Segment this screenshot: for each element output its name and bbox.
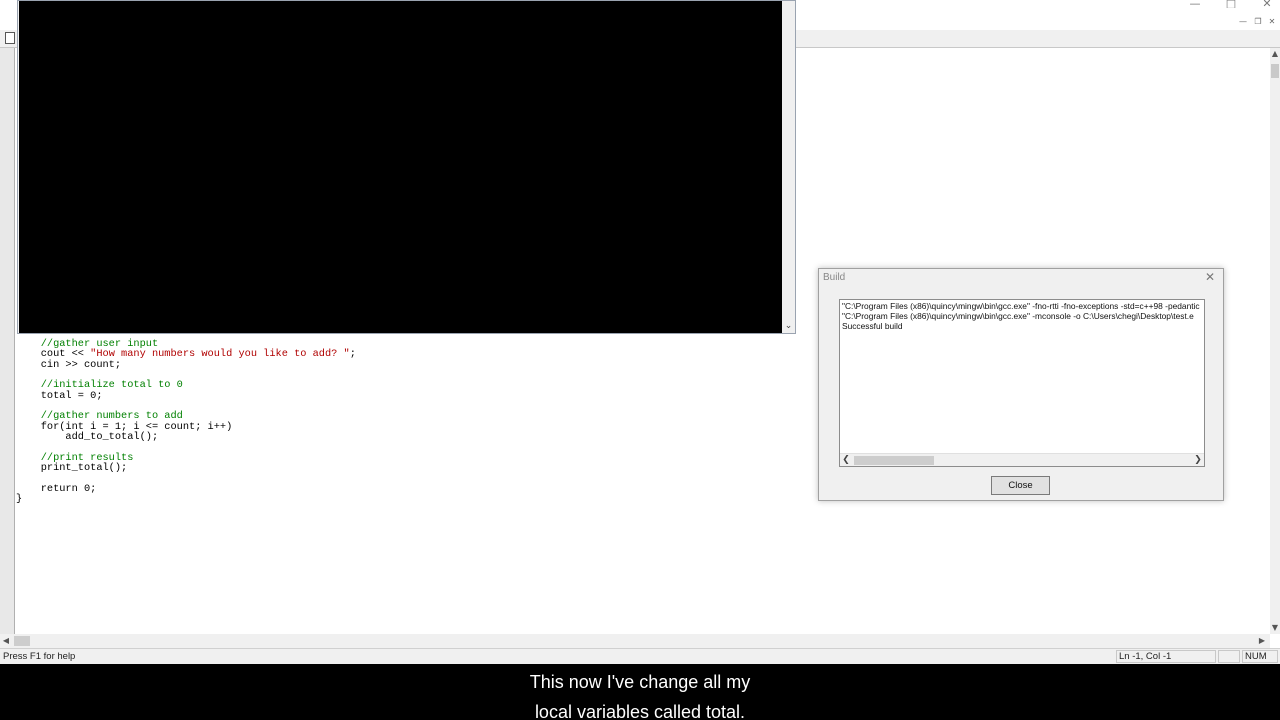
scroll-left-icon[interactable]: ◀ [0,634,12,648]
code-line: return 0; [16,482,97,495]
scroll-down-icon[interactable]: ▼ [1270,622,1280,634]
close-icon[interactable]: ✕ [1203,270,1217,284]
cursor-position: Ln -1, Col -1 [1116,650,1216,663]
code-text[interactable]: //gather user input cout << "How many nu… [16,339,356,505]
horizontal-scroll-thumb[interactable] [14,636,30,646]
new-document-icon[interactable] [5,32,15,44]
console-window[interactable]: ⌄ [17,0,796,334]
build-output-horizontal-scrollbar[interactable]: ❮ ❯ [840,453,1204,466]
code-line: cin >> count; [16,358,122,371]
minimize-icon[interactable]: — [1180,0,1210,8]
editor-vertical-scrollbar[interactable]: ▲ ▼ [1270,48,1280,634]
console-vertical-scrollbar[interactable]: ⌄ [782,1,795,333]
maximize-icon[interactable]: □ [1216,0,1246,8]
mdi-close-icon[interactable]: ✕ [1265,16,1279,28]
code-line: add_to_total(); [16,431,159,444]
subtitle-bar: This now I've change all my local variab… [0,664,1280,720]
code-line: print_total(); [16,462,128,475]
code-line: } [16,493,23,506]
vertical-scroll-thumb[interactable] [1271,64,1279,78]
editor-horizontal-scrollbar[interactable]: ◀ ▶ [0,634,1270,648]
close-button[interactable]: Close [991,476,1050,495]
scroll-up-icon[interactable]: ▲ [1270,48,1280,60]
status-help-text: Press F1 for help [3,651,76,662]
console-output[interactable] [19,1,782,333]
build-output-line: Successful build [842,321,903,331]
status-bar: Press F1 for help Ln -1, Col -1 NUM [0,648,1280,664]
close-icon[interactable]: ✕ [1252,0,1280,8]
subtitle-line-2: local variables called total. [534,702,746,720]
status-pane-empty [1218,650,1240,663]
console-scroll-down-icon[interactable]: ⌄ [782,320,795,332]
build-dialog-title: Build [823,272,846,283]
subtitle-line-1: This now I've change all my [529,672,751,692]
scroll-right-icon[interactable]: ❯ [1192,454,1204,466]
left-gutter [0,48,15,634]
mdi-restore-icon[interactable]: ❐ [1251,16,1265,28]
string-literal: "How many numbers would you like to add?… [90,348,350,361]
build-scroll-thumb[interactable] [854,456,934,465]
scroll-right-icon[interactable]: ▶ [1256,634,1268,648]
build-output-line: "C:\Program Files (x86)\quincy\mingw\bin… [842,301,1200,311]
scroll-left-icon[interactable]: ❮ [840,454,852,466]
build-output-list[interactable]: "C:\Program Files (x86)\quincy\mingw\bin… [839,299,1205,467]
build-output-line: "C:\Program Files (x86)\quincy\mingw\bin… [842,311,1194,321]
build-dialog: Build ✕ "C:\Program Files (x86)\quincy\m… [818,268,1224,501]
mdi-minimize-icon[interactable]: — [1236,16,1250,28]
code-line: total = 0; [16,389,103,402]
num-lock-indicator: NUM [1242,650,1278,663]
